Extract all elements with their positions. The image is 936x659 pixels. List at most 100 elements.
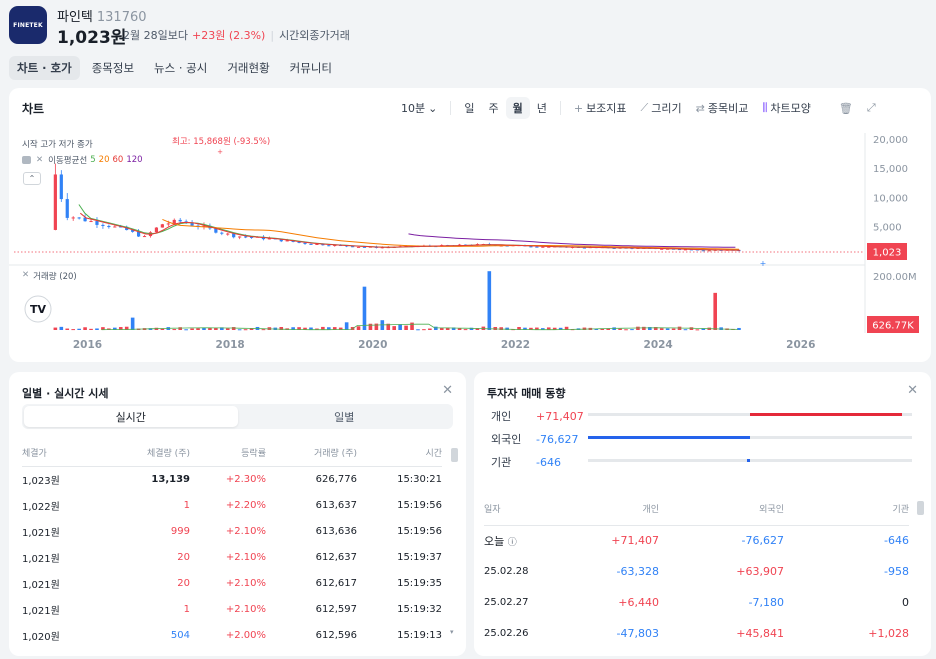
close-icon[interactable]: ✕ <box>22 270 29 282</box>
range-year[interactable]: 년 <box>530 97 554 119</box>
volume-bar <box>439 328 444 330</box>
range-month[interactable]: 월 <box>505 97 530 119</box>
summary-bar-track <box>588 459 912 462</box>
volume-bar <box>196 328 200 330</box>
candle-body <box>220 232 224 234</box>
price-tick: 20,000 <box>873 135 908 146</box>
trades-segment: 실시간 일별 <box>22 404 453 429</box>
investor-date: 25.02.28 <box>484 566 529 577</box>
volume-label: 거래량 (20) <box>33 272 77 282</box>
candle-body <box>541 246 545 248</box>
header-price: 체결가 <box>22 440 92 467</box>
trade-time: 15:19:37 <box>397 551 442 563</box>
close-icon[interactable]: ✕ <box>442 383 453 398</box>
volume-bar <box>422 329 426 331</box>
price-chart[interactable]: 20,000 15,000 10,000 5,000 1,023 200.00M 62… <box>9 133 931 362</box>
investor-table: 일자 개인 외국인 기관 오늘 ⓘ +71,407 -76,627 -646 25.… <box>484 493 909 649</box>
trade-time: 15:19:13 <box>397 629 442 641</box>
header-individual: 개인 <box>554 493 659 526</box>
candle-body <box>142 236 147 238</box>
price-tick: 15,000 <box>873 164 908 175</box>
volume-bar <box>630 329 634 331</box>
trades-title: 일별 · 실시간 시세 <box>22 387 109 400</box>
collapse-legend-button[interactable]: ⌃ <box>23 172 41 185</box>
summary-value: -646 <box>536 455 561 469</box>
ohlc-legend: 시작 고가 저가 종가 <box>22 140 93 150</box>
table-row: 1,022원 1 +2.20% 613,637 15:19:56 <box>22 492 442 518</box>
candle-body <box>154 227 159 233</box>
year-tick: 2018 <box>216 339 245 351</box>
trade-time: 15:19:56 <box>397 525 442 537</box>
trade-qty: 1 <box>183 499 190 511</box>
volume-bar <box>261 329 266 331</box>
volume-bar <box>71 329 75 331</box>
tab-stock-info[interactable]: 종목정보 <box>84 56 142 80</box>
high-marker-icon: + <box>217 148 223 156</box>
volume-bar <box>59 326 64 330</box>
price-change-line: 2월 28일보다 +23원 (2.3%) | 시간외종가거래 <box>123 27 350 43</box>
investor-date: 오늘 ⓘ <box>484 525 554 556</box>
institution-net: +1,028 <box>868 627 909 640</box>
volume-bar <box>231 327 236 330</box>
price-tick: 10,000 <box>873 193 908 204</box>
candle-body <box>190 223 194 226</box>
volume-axis-tick: 200.00M <box>873 272 917 283</box>
scrollbar[interactable] <box>451 448 458 462</box>
volume-bar <box>642 326 646 330</box>
info-icon[interactable]: ⓘ <box>508 538 517 548</box>
table-row: 25.02.28 -63,328 +63,907 -958 <box>484 556 909 587</box>
candle-body <box>101 224 105 226</box>
volume-bar <box>89 328 93 330</box>
table-row: 1,021원 20 +2.10% 612,637 15:19:37 <box>22 544 442 570</box>
volume-bar <box>416 329 420 331</box>
tab-chart[interactable]: 차트 · 호가 <box>9 56 80 80</box>
ma5-line <box>78 204 739 251</box>
table-row: 1,021원 999 +2.10% 613,636 15:19:56 <box>22 518 442 544</box>
table-row: 오늘 ⓘ +71,407 -76,627 -646 <box>484 525 909 556</box>
header-time: 시간 <box>357 440 442 467</box>
eye-icon[interactable] <box>22 156 31 164</box>
tab-realtime[interactable]: 실시간 <box>24 406 238 427</box>
chart-shape-button[interactable]: ⫼ 차트모양 <box>755 97 818 119</box>
range-day[interactable]: 일 <box>457 97 481 119</box>
period-select[interactable]: 10분 ⌄ <box>394 97 444 119</box>
volume-bar <box>659 328 664 330</box>
range-week[interactable]: 주 <box>481 97 505 119</box>
compare-label: 종목비교 <box>707 102 749 115</box>
candle-body <box>309 243 313 245</box>
tab-daily[interactable]: 일별 <box>238 406 452 427</box>
individual-net: -63,328 <box>616 565 659 578</box>
close-icon[interactable]: ✕ <box>36 155 43 165</box>
year-tick: 2020 <box>358 339 387 351</box>
compare-button[interactable]: ⇄ 종목비교 <box>689 97 756 119</box>
individual-net: +71,407 <box>611 534 659 548</box>
date-label: 오늘 <box>484 534 505 548</box>
close-icon[interactable]: ✕ <box>907 383 918 398</box>
draw-button[interactable]: ⟋ 그리기 <box>634 97 689 119</box>
summary-bar-institution <box>746 459 750 462</box>
summary-label: 개인 <box>491 410 512 423</box>
year-tick: 2016 <box>73 339 102 351</box>
volume-bar <box>499 327 503 330</box>
trash-icon[interactable]: 🗑 <box>832 99 860 118</box>
scroll-down-icon[interactable]: ▾ <box>450 628 454 636</box>
investor-summary-institution: 기관 -646 <box>491 454 561 470</box>
tab-community[interactable]: 커뮤니티 <box>282 56 340 80</box>
tab-news[interactable]: 뉴스 · 공시 <box>146 56 215 80</box>
volume-bar <box>190 328 194 330</box>
volume-bar <box>53 327 58 330</box>
header-institution: 기관 <box>784 493 909 526</box>
indicator-button[interactable]: + 보조지표 <box>567 97 634 119</box>
price-axis: 20,000 15,000 10,000 5,000 <box>873 135 908 234</box>
plus-icon: + <box>573 101 584 115</box>
trade-rate: +2.30% <box>225 473 266 485</box>
candle-body <box>243 236 248 238</box>
trades-panel: 일별 · 실시간 시세 ✕ 실시간 일별 체결가 체결량 (주) 등락률 거래량… <box>9 372 466 656</box>
candle-body <box>89 221 93 223</box>
scrollbar[interactable] <box>917 501 924 515</box>
expand-icon[interactable]: ⤢ <box>860 98 883 118</box>
tab-trading[interactable]: 거래현황 <box>219 56 277 80</box>
volume-bar <box>362 286 367 330</box>
individual-net: +6,440 <box>618 596 659 609</box>
candle-body <box>350 246 355 248</box>
